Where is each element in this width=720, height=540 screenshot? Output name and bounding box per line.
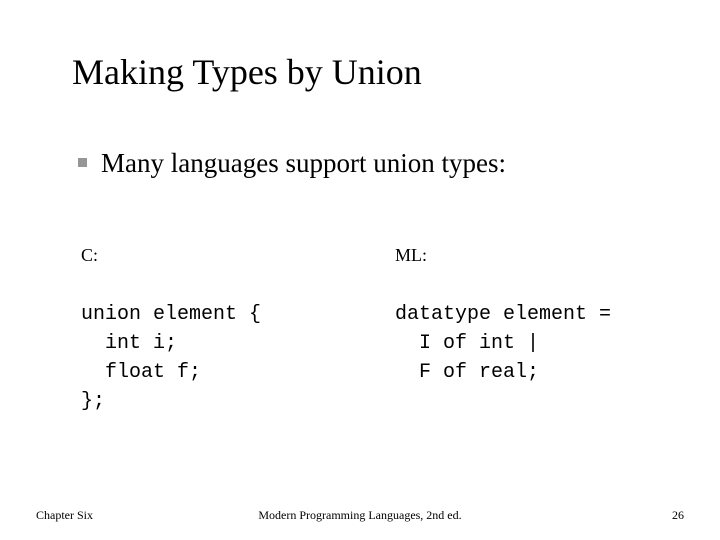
footer-book-title: Modern Programming Languages, 2nd ed.	[258, 508, 462, 522]
code-block-ml: datatype element = I of int | F of real;	[395, 303, 612, 384]
bullet-item-label: Many languages support union types:	[101, 148, 506, 178]
code-column-ml-label: ML:	[395, 245, 428, 265]
code-block-c: union element { int i; float f; };	[81, 303, 262, 413]
footer-page-number: 26	[672, 508, 684, 522]
slide-footer: Chapter Six Modern Programming Languages…	[0, 507, 720, 527]
code-column-c-label: C:	[81, 245, 99, 265]
code-column-ml: ML: datatype element = I of int | F of r…	[395, 244, 611, 387]
slide-canvas: Making Types by Union Many languages sup…	[0, 0, 720, 540]
bullet-item: Many languages support union types:	[78, 147, 506, 179]
code-column-c: C: union element { int i; float f; };	[81, 244, 261, 416]
page-title: Making Types by Union	[72, 52, 422, 92]
square-bullet-icon	[78, 158, 87, 167]
